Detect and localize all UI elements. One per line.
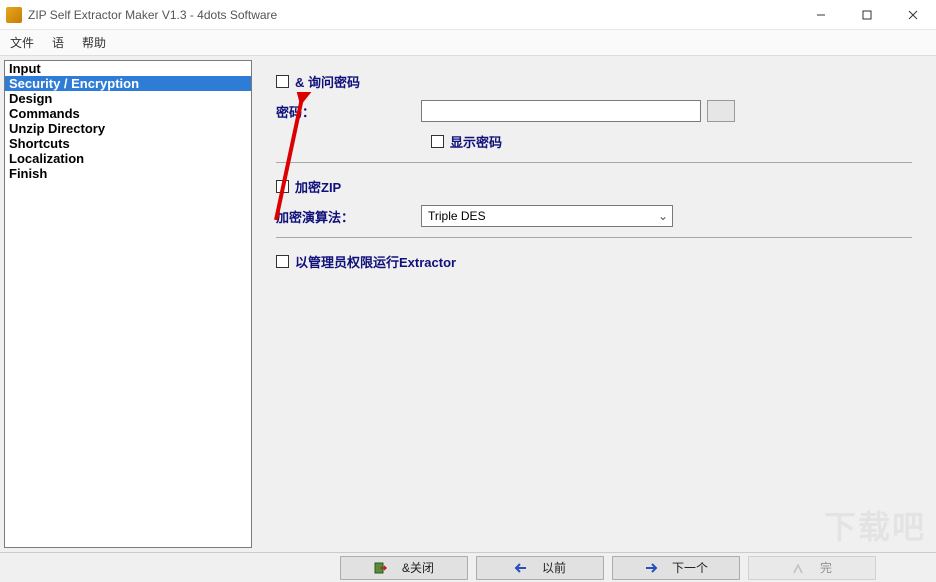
finish-icon — [792, 561, 806, 575]
finish-label: 完 — [820, 559, 832, 576]
algorithm-value: Triple DES — [428, 209, 486, 223]
password-input[interactable] — [421, 100, 701, 122]
close-wizard-label: &关闭 — [402, 559, 434, 576]
encrypt-zip-label: 加密ZIP — [295, 177, 341, 196]
minimize-button[interactable] — [798, 0, 844, 30]
sidebar-item-localization[interactable]: Localization — [5, 151, 251, 166]
close-button[interactable] — [890, 0, 936, 30]
run-as-admin-checkbox[interactable] — [276, 255, 289, 268]
arrow-right-icon — [644, 561, 658, 575]
next-button[interactable]: 下一个 — [612, 556, 740, 580]
ask-password-label: & 询问密码 — [295, 72, 360, 91]
menu-help[interactable]: 帮助 — [82, 34, 106, 51]
sidebar-item-security[interactable]: Security / Encryption — [5, 76, 251, 91]
main-panel: & 询问密码 密码： 显示密码 加密ZIP 加密演算法： Triple DES … — [256, 56, 936, 552]
show-password-label: 显示密码 — [450, 132, 502, 151]
next-label: 下一个 — [672, 559, 708, 576]
titlebar: ZIP Self Extractor Maker V1.3 - 4dots So… — [0, 0, 936, 30]
encrypt-zip-checkbox[interactable] — [276, 180, 289, 193]
close-wizard-button[interactable]: &关闭 — [340, 556, 468, 580]
sidebar-item-commands[interactable]: Commands — [5, 106, 251, 121]
menubar: 文件 语 帮助 — [0, 30, 936, 56]
sidebar: Input Security / Encryption Design Comma… — [4, 60, 252, 548]
exit-icon — [374, 561, 388, 575]
app-icon — [6, 7, 22, 23]
password-label: 密码： — [276, 102, 421, 121]
window-title: ZIP Self Extractor Maker V1.3 - 4dots So… — [28, 8, 798, 22]
prev-label: 以前 — [542, 559, 566, 576]
menu-file[interactable]: 文件 — [10, 34, 34, 51]
sidebar-item-design[interactable]: Design — [5, 91, 251, 106]
sidebar-item-shortcuts[interactable]: Shortcuts — [5, 136, 251, 151]
divider-2 — [276, 237, 912, 238]
algorithm-combobox[interactable]: Triple DES ⌄ — [421, 205, 673, 227]
sidebar-item-unzip-directory[interactable]: Unzip Directory — [5, 121, 251, 136]
finish-button[interactable]: 完 — [748, 556, 876, 580]
algorithm-label: 加密演算法： — [276, 207, 421, 226]
show-password-checkbox[interactable] — [431, 135, 444, 148]
password-aux-button[interactable] — [707, 100, 735, 122]
maximize-button[interactable] — [844, 0, 890, 30]
divider-1 — [276, 162, 912, 163]
ask-password-checkbox[interactable] — [276, 75, 289, 88]
chevron-down-icon: ⌄ — [654, 209, 672, 223]
prev-button[interactable]: 以前 — [476, 556, 604, 580]
footer: &关闭 以前 下一个 完 — [0, 552, 936, 582]
menu-language[interactable]: 语 — [52, 34, 64, 51]
run-as-admin-label: 以管理员权限运行Extractor — [295, 252, 456, 271]
sidebar-item-input[interactable]: Input — [5, 61, 251, 76]
sidebar-item-finish[interactable]: Finish — [5, 166, 251, 181]
arrow-left-icon — [514, 561, 528, 575]
